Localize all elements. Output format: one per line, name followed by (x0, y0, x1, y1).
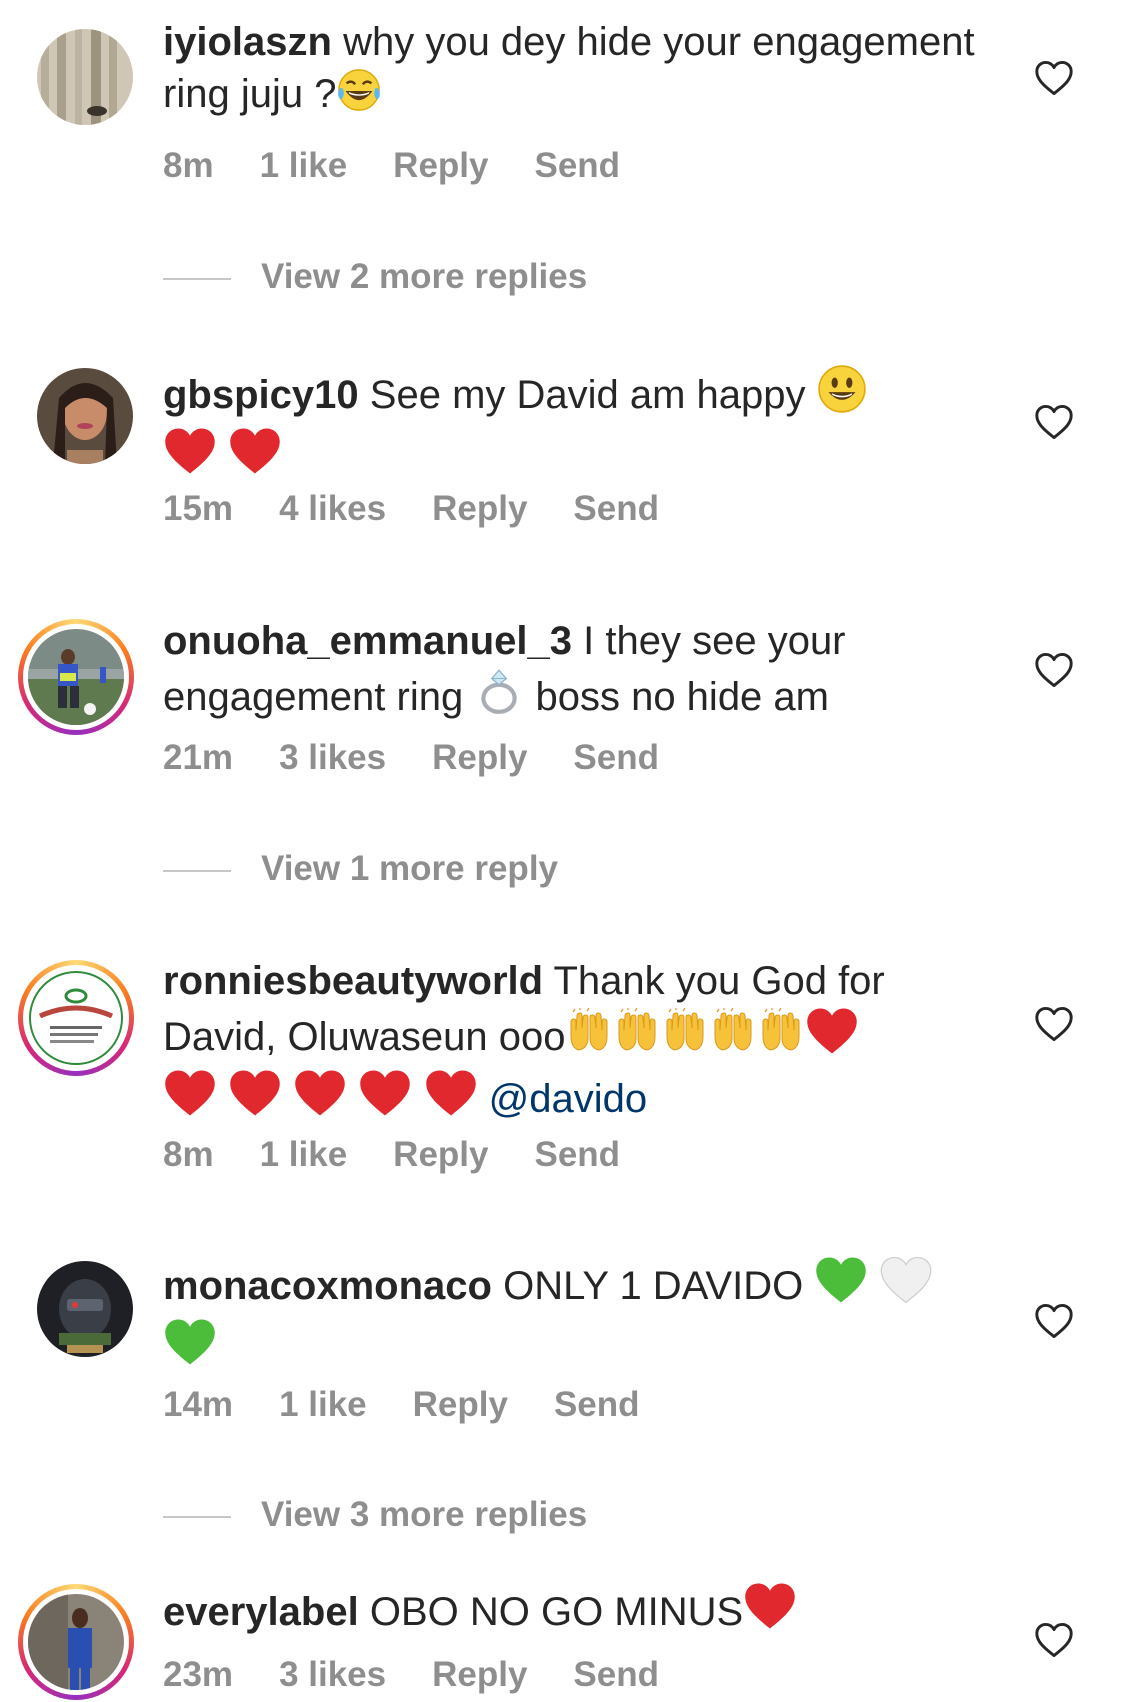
red-heart-emoji (228, 426, 282, 488)
red-heart-emoji (163, 426, 217, 488)
avatar (28, 629, 124, 725)
raising-hands-emoji (709, 1008, 757, 1068)
reply-button[interactable]: Reply (432, 738, 527, 777)
comment-meta: 14m 1 like Reply Send (163, 1385, 686, 1425)
comment-likes[interactable]: 4 likes (279, 489, 386, 528)
red-heart-emoji (293, 1068, 347, 1130)
comment-time: 8m (163, 146, 214, 185)
comment-meta: 15m 4 likes Reply Send (163, 489, 705, 529)
comment-text: ONLY 1 DAVIDO (503, 1264, 804, 1308)
ring-emoji (474, 666, 524, 728)
red-heart-emoji (424, 1068, 478, 1130)
comment-time: 15m (163, 489, 234, 528)
avatar-story-ring[interactable] (18, 619, 134, 735)
comment-body: onuoha_emmanuel_3 I they see your engage… (163, 617, 983, 728)
reply-button[interactable]: Reply (432, 1655, 527, 1694)
red-heart-emoji (743, 1581, 797, 1643)
heart-outline-icon[interactable] (1034, 60, 1074, 96)
heart-outline-icon[interactable] (1034, 652, 1074, 688)
green-heart-emoji (163, 1317, 217, 1379)
heart-outline-icon[interactable] (1034, 404, 1074, 440)
comment-meta: 21m 3 likes Reply Send (163, 738, 705, 778)
comment-body: iyiolaszn why you dey hide your engageme… (163, 18, 983, 125)
heart-outline-icon[interactable] (1034, 1006, 1074, 1042)
send-button[interactable]: Send (573, 738, 659, 777)
comment-username[interactable]: monacoxmonaco (163, 1264, 492, 1308)
comment-meta: 8m 1 like Reply Send (163, 146, 666, 186)
comment-time: 21m (163, 738, 234, 777)
reply-button[interactable]: Reply (393, 1135, 488, 1174)
send-button[interactable]: Send (573, 489, 659, 528)
comment-username[interactable]: gbspicy10 (163, 373, 359, 417)
comment-likes[interactable]: 3 likes (279, 738, 386, 777)
avatar (28, 970, 124, 1066)
comment-username[interactable]: iyiolaszn (163, 20, 332, 64)
view-more-label: View 3 more replies (261, 1495, 588, 1534)
red-heart-emoji (163, 1068, 217, 1130)
raising-hands-emoji (661, 1008, 709, 1068)
divider-line (163, 277, 231, 280)
comment-time: 8m (163, 1135, 214, 1174)
divider-line (163, 1515, 231, 1518)
comment-body: ronniesbeautyworld Thank you God for Dav… (163, 957, 983, 1130)
red-heart-emoji (805, 1006, 859, 1068)
send-button[interactable]: Send (534, 1135, 620, 1174)
view-more-replies[interactable]: View 1 more reply (163, 849, 558, 889)
avatar[interactable] (37, 368, 133, 464)
comment-text-continued: boss no hide am (535, 675, 829, 719)
send-button[interactable]: Send (573, 1655, 659, 1694)
reply-button[interactable]: Reply (413, 1385, 508, 1424)
grinning-face-emoji (817, 364, 867, 426)
reply-button[interactable]: Reply (393, 146, 488, 185)
view-more-replies[interactable]: View 2 more replies (163, 257, 587, 297)
comment-likes[interactable]: 3 likes (279, 1655, 386, 1694)
reply-button[interactable]: Reply (432, 489, 527, 528)
comment-text: OBO NO GO MINUS (369, 1590, 744, 1634)
avatar-story-ring[interactable] (18, 1584, 134, 1700)
avatar[interactable] (37, 29, 133, 125)
white-heart-emoji (879, 1255, 933, 1317)
heart-outline-icon[interactable] (1034, 1622, 1074, 1658)
view-more-replies[interactable]: View 3 more replies (163, 1495, 587, 1535)
comment-body: everylabel OBO NO GO MINUS (163, 1581, 983, 1643)
raising-hands-emoji (565, 1008, 613, 1068)
raising-hands-emoji (613, 1008, 661, 1068)
comment-username[interactable]: everylabel (163, 1590, 359, 1634)
red-heart-emoji (228, 1068, 282, 1130)
view-more-label: View 2 more replies (261, 257, 588, 296)
heart-outline-icon[interactable] (1034, 1303, 1074, 1339)
comment-meta: 23m 3 likes Reply Send (163, 1655, 705, 1695)
red-heart-emoji (358, 1068, 412, 1130)
comment-body: gbspicy10 See my David am happy (163, 364, 983, 488)
comment-username[interactable]: ronniesbeautyworld (163, 959, 543, 1003)
comment-likes[interactable]: 1 like (279, 1385, 367, 1424)
comment-time: 14m (163, 1385, 234, 1424)
send-button[interactable]: Send (554, 1385, 640, 1424)
comment-time: 23m (163, 1655, 234, 1694)
raising-hands-emoji (757, 1008, 805, 1068)
green-heart-emoji (814, 1255, 868, 1317)
comment-text: See my David am happy (369, 373, 806, 417)
mention-link[interactable]: @davido (489, 1077, 647, 1121)
avatar[interactable] (37, 1261, 133, 1357)
send-button[interactable]: Send (534, 146, 620, 185)
comment-likes[interactable]: 1 like (260, 146, 348, 185)
comment-meta: 8m 1 like Reply Send (163, 1135, 666, 1175)
divider-line (163, 869, 231, 872)
avatar-story-ring[interactable] (18, 960, 134, 1076)
view-more-label: View 1 more reply (261, 849, 559, 888)
tears-of-joy-emoji (336, 67, 382, 125)
comment-likes[interactable]: 1 like (260, 1135, 348, 1174)
comment-username[interactable]: onuoha_emmanuel_3 (163, 619, 572, 663)
comment-body: monacoxmonaco ONLY 1 DAVIDO (163, 1255, 983, 1379)
avatar (28, 1594, 124, 1690)
